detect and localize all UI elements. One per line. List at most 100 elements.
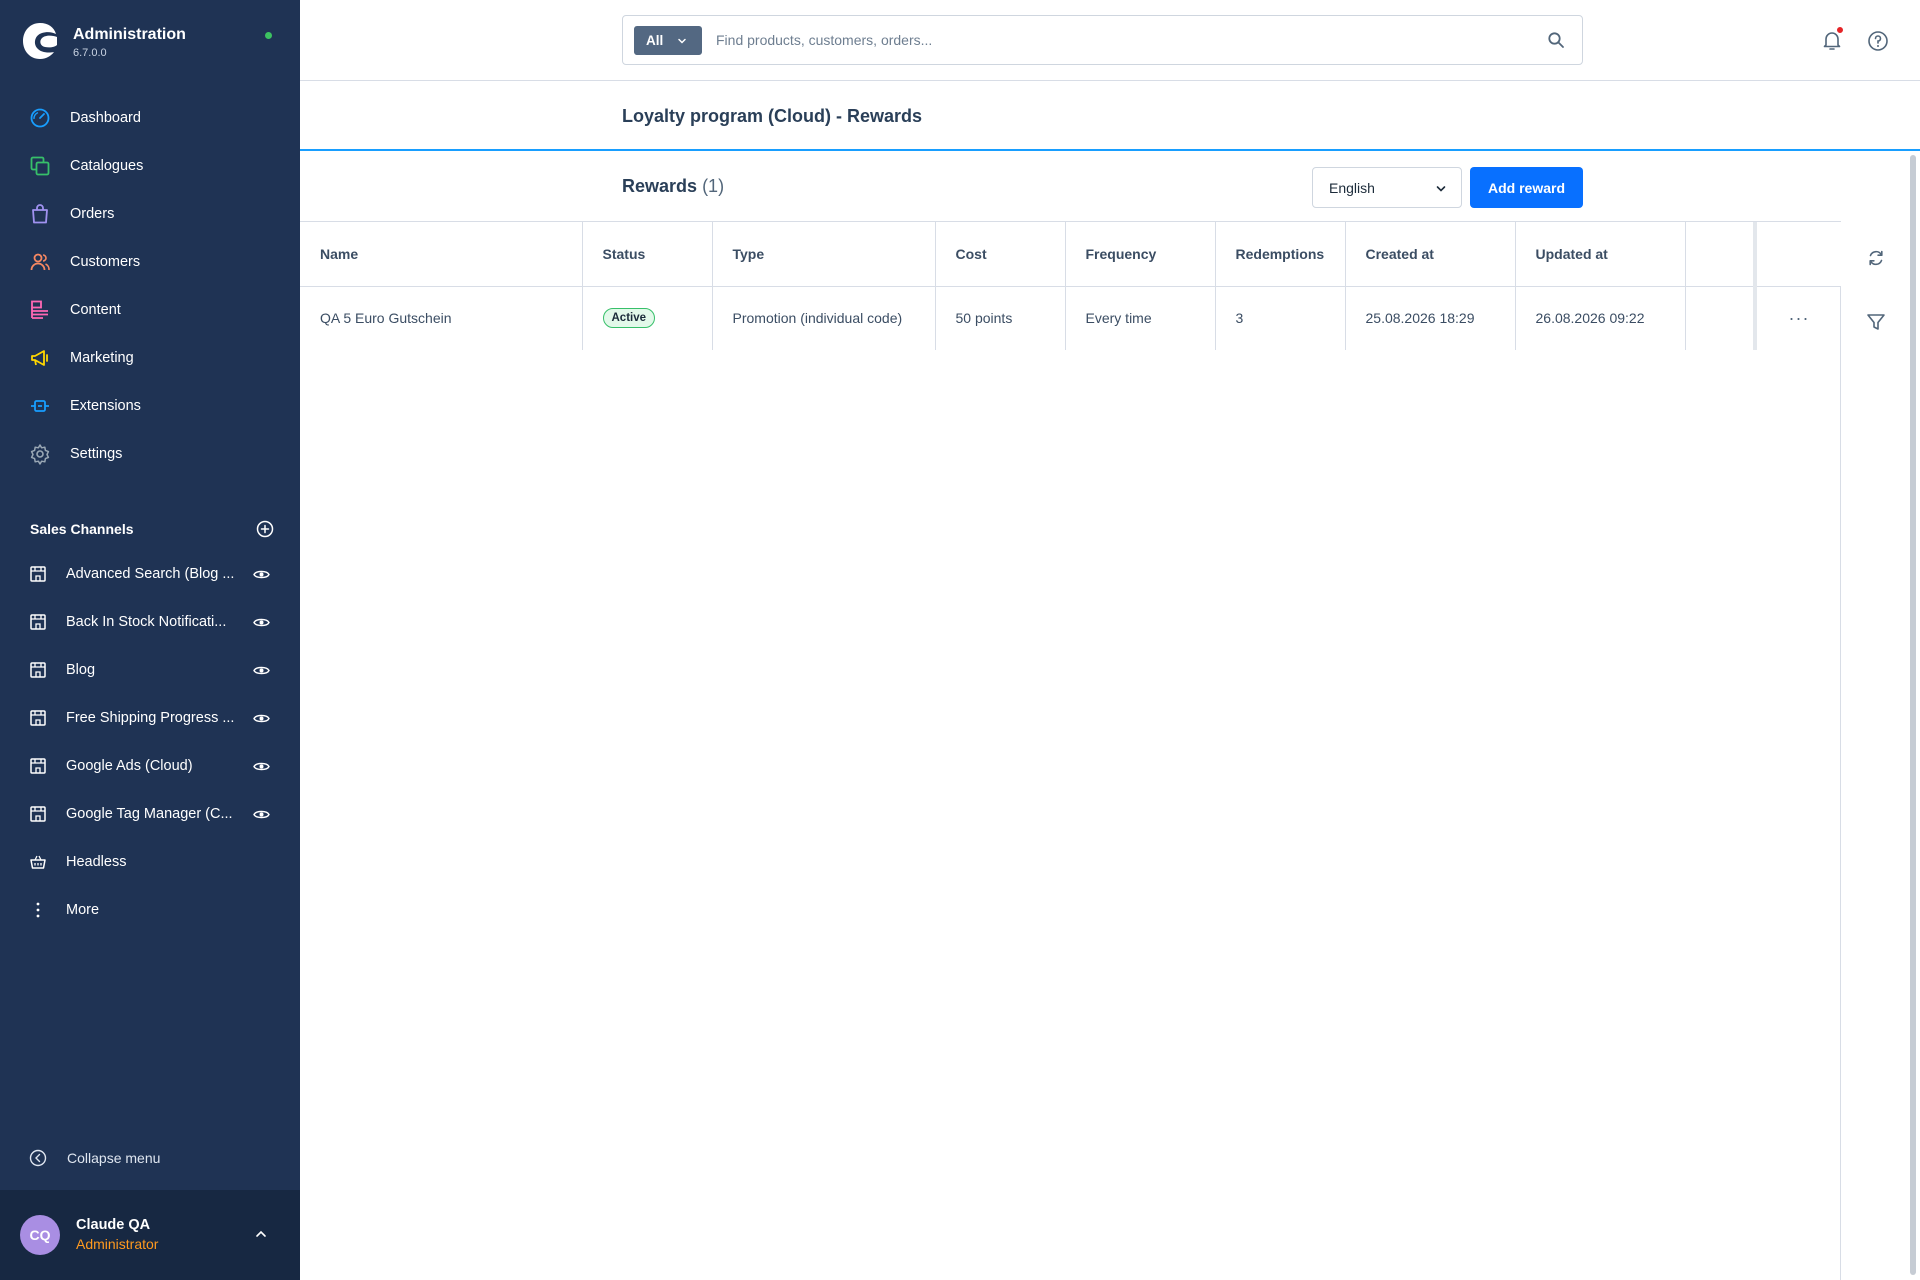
nav-label: Orders (70, 206, 115, 222)
sales-channel-label: Advanced Search (Blog ... (66, 566, 235, 582)
cell-spacer (1685, 286, 1757, 350)
sales-channel-item-headless[interactable]: Headless (0, 838, 300, 886)
user-menu[interactable]: CQ Claude QA Administrator (0, 1190, 300, 1280)
storefront-icon (29, 565, 47, 583)
content-area: Rewards (1) English Add reward Name Stat… (300, 152, 1920, 1280)
help-icon[interactable] (1867, 30, 1889, 52)
eye-icon[interactable] (253, 614, 270, 631)
notifications-bell-icon[interactable] (1820, 26, 1844, 52)
shopware-logo-icon[interactable] (22, 22, 58, 60)
eye-icon[interactable] (253, 566, 270, 583)
dashboard-icon (29, 107, 51, 129)
online-status-dot (265, 32, 272, 39)
sales-channel-item[interactable]: Back In Stock Notificati... (0, 598, 300, 646)
sales-channel-label: Google Ads (Cloud) (66, 758, 193, 774)
eye-icon[interactable] (253, 758, 270, 775)
chevron-down-icon (678, 38, 686, 44)
table-header-row: Name Status Type Cost Frequency Redempti… (300, 222, 1841, 287)
page-header: Loyalty program (Cloud) - Rewards (300, 82, 1920, 151)
language-select[interactable]: English (1312, 167, 1462, 208)
user-role: Administrator (76, 1236, 159, 1252)
collapse-menu-label: Collapse menu (67, 1150, 161, 1166)
table-row[interactable]: QA 5 Euro Gutschein Active Promotion (in… (300, 286, 1841, 350)
more-vertical-icon (29, 901, 47, 919)
nav-item-marketing[interactable]: Marketing (0, 334, 300, 382)
eye-icon[interactable] (253, 662, 270, 679)
sales-channel-more[interactable]: More (0, 886, 300, 934)
global-search: All (622, 15, 1583, 65)
column-header-updated-at[interactable]: Updated at (1515, 222, 1686, 287)
sales-channel-item[interactable]: Google Tag Manager (C... (0, 790, 300, 838)
marketing-icon (29, 347, 51, 369)
sales-channel-item[interactable]: Free Shipping Progress ... (0, 694, 300, 742)
column-header-frequency[interactable]: Frequency (1065, 222, 1216, 287)
nav-item-content[interactable]: Content (0, 286, 300, 334)
main-nav: Dashboard Catalogues Orders Customers Co… (0, 94, 300, 478)
chevron-down-icon (1436, 186, 1446, 192)
extensions-icon (29, 395, 51, 417)
nav-item-customers[interactable]: Customers (0, 238, 300, 286)
sales-channel-label: Blog (66, 662, 96, 678)
column-header-cost[interactable]: Cost (935, 222, 1066, 287)
sales-channels-header: Sales Channels (30, 518, 274, 542)
row-context-menu-icon[interactable]: ··· (1789, 308, 1810, 328)
nav-item-extensions[interactable]: Extensions (0, 382, 300, 430)
column-header-status[interactable]: Status (582, 222, 713, 287)
cell-actions: ··· (1755, 286, 1841, 350)
sales-channel-label: Google Tag Manager (C... (66, 806, 233, 822)
settings-icon (29, 443, 51, 465)
rewards-title: Rewards (1) (622, 176, 724, 197)
notification-badge (1836, 26, 1844, 34)
vertical-scrollbar[interactable] (1910, 155, 1916, 1275)
avatar: CQ (20, 1215, 60, 1255)
nav-label: Settings (70, 446, 123, 462)
search-scope-dropdown[interactable]: All (634, 26, 702, 55)
collapse-chevron-icon (29, 1149, 47, 1167)
search-icon[interactable] (1547, 31, 1565, 49)
filter-icon[interactable] (1866, 312, 1886, 332)
nav-item-orders[interactable]: Orders (0, 190, 300, 238)
nav-label: Content (70, 302, 121, 318)
sales-channel-item[interactable]: Google Ads (Cloud) (0, 742, 300, 790)
eye-icon[interactable] (253, 806, 270, 823)
cell-name[interactable]: QA 5 Euro Gutschein (300, 286, 583, 350)
top-bar: All (300, 0, 1920, 81)
nav-item-dashboard[interactable]: Dashboard (0, 94, 300, 142)
page-title: Loyalty program (Cloud) - Rewards (622, 106, 923, 126)
sales-channel-item[interactable]: Advanced Search (Blog ... (0, 550, 300, 598)
column-header-created-at[interactable]: Created at (1345, 222, 1516, 287)
user-name: Claude QA (76, 1217, 151, 1233)
column-header-redemptions[interactable]: Redemptions (1215, 222, 1346, 287)
add-reward-button[interactable]: Add reward (1470, 167, 1583, 208)
column-header-type[interactable]: Type (712, 222, 936, 287)
collapse-menu-button[interactable]: Collapse menu (29, 1146, 160, 1170)
nav-label: Customers (70, 254, 141, 270)
grid-sidebar-tools (1842, 222, 1907, 1280)
cell-updated-at: 26.08.2026 09:22 (1515, 286, 1686, 350)
sales-channel-item[interactable]: Blog (0, 646, 300, 694)
nav-item-settings[interactable]: Settings (0, 430, 300, 478)
nav-item-catalogues[interactable]: Catalogues (0, 142, 300, 190)
status-badge: Active (602, 308, 656, 329)
rewards-toolbar: Rewards (1) English Add reward (300, 152, 1841, 222)
rewards-grid: Name Status Type Cost Frequency Redempti… (300, 222, 1841, 1280)
cell-frequency: Every time (1065, 286, 1216, 350)
eye-icon[interactable] (253, 710, 270, 727)
cell-created-at: 25.08.2026 18:29 (1345, 286, 1516, 350)
column-header-name[interactable]: Name (300, 222, 583, 287)
cell-cost: 50 points (935, 286, 1066, 350)
chevron-up-icon[interactable] (254, 1227, 268, 1241)
nav-label: Catalogues (70, 158, 144, 174)
refresh-icon[interactable] (1866, 248, 1886, 268)
storefront-icon (29, 805, 47, 823)
add-sales-channel-icon[interactable] (256, 520, 274, 538)
column-header-spacer (1685, 222, 1757, 287)
app-version: 6.7.0.0 (73, 47, 107, 59)
search-scope-label: All (646, 33, 664, 48)
nav-label: Marketing (70, 350, 134, 366)
rewards-count: (1) (702, 176, 725, 196)
headless-icon (29, 853, 47, 871)
cell-redemptions: 3 (1215, 286, 1346, 350)
storefront-icon (29, 709, 47, 727)
search-input[interactable] (716, 28, 1516, 52)
